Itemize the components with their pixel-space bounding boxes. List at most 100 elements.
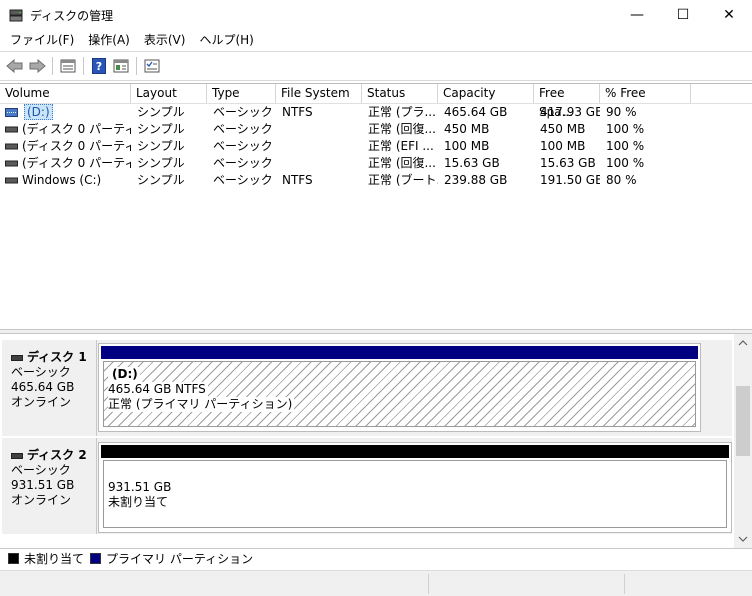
title-bar: ディスクの管理 — ☐ ✕ [0, 0, 752, 30]
maximize-button[interactable]: ☐ [660, 0, 706, 30]
checklist-icon [144, 59, 160, 72]
disk-management-app-icon [9, 9, 23, 22]
cell-layout: シンプル [137, 173, 185, 187]
legend-swatch [90, 553, 102, 564]
menu-help[interactable]: ヘルプ(H) [192, 30, 260, 50]
column-header-free-space[interactable]: Free Spa... [534, 84, 600, 119]
cell-free-space: 450 MB [540, 122, 586, 136]
disk-info-panel[interactable]: ディスク 2 ベーシック 931.51 GB オンライン [2, 438, 97, 534]
volume-name: (D:) [24, 104, 53, 120]
unallocated-label: 未割り当て [108, 495, 169, 509]
table-row[interactable]: (ディスク 0 パーティシ... シンプル ベーシック 正常 (回復... 15… [0, 155, 752, 172]
disk-icon [11, 354, 23, 361]
cell-type: ベーシック [213, 122, 273, 136]
disk-name: ディスク 1 [27, 350, 87, 364]
cell-status: 正常 (ブート... [368, 173, 438, 187]
cell-free-space: 100 MB [540, 139, 586, 153]
status-bar [0, 570, 752, 596]
menu-view[interactable]: 表示(V) [137, 30, 193, 50]
help-button[interactable]: ? [88, 55, 110, 77]
disk-state: オンライン [11, 395, 72, 409]
svg-text:?: ? [96, 60, 102, 73]
forward-arrow-icon [29, 58, 46, 73]
cell-file-system: NTFS [282, 173, 313, 187]
cell-layout: シンプル [137, 122, 185, 136]
cell-status: 正常 (回復... [368, 156, 436, 170]
cell-percent-free: 100 % [606, 139, 645, 153]
legend: 未割り当て プライマリ パーティション [0, 548, 752, 568]
close-button[interactable]: ✕ [706, 0, 752, 30]
cell-percent-free: 80 % [606, 173, 637, 187]
cell-layout: シンプル [137, 105, 185, 119]
back-button[interactable] [4, 55, 26, 77]
partition-body: (D:) 465.64 GB NTFS 正常 (プライマリ パーティション) [103, 361, 696, 427]
cell-percent-free: 100 % [606, 122, 645, 136]
cell-capacity: 465.64 GB [444, 105, 508, 119]
details-icon [113, 59, 129, 72]
partition-unallocated[interactable]: 931.51 GB 未割り当て [98, 442, 732, 533]
menu-file[interactable]: ファイル(F) [3, 30, 81, 50]
minimize-button[interactable]: — [614, 0, 660, 30]
partition-status: 正常 (プライマリ パーティション) [108, 397, 295, 412]
minimize-icon: — [630, 7, 644, 23]
menu-action[interactable]: 操作(A) [81, 30, 137, 50]
maximize-icon: ☐ [676, 7, 690, 23]
toolbar-separator [52, 56, 53, 75]
toolbar-separator [83, 56, 84, 75]
cell-status: 正常 (EFI ... [368, 139, 434, 153]
volume-list[interactable]: Volume Layout Type File System Status Ca… [0, 83, 752, 329]
cell-file-system: NTFS [282, 105, 313, 119]
cell-free-space: 417.93 GB [540, 105, 600, 119]
scroll-thumb[interactable] [736, 386, 750, 456]
details-button[interactable] [110, 55, 132, 77]
column-header-percent-free[interactable]: % Free [600, 84, 691, 103]
disk-icon [11, 452, 23, 459]
legend-item-unallocated: 未割り当て [8, 550, 84, 567]
volume-name: (ディスク 0 パーティシ... [22, 139, 131, 153]
column-header-file-system[interactable]: File System [276, 84, 362, 103]
close-icon: ✕ [723, 7, 735, 23]
table-row[interactable]: Windows (C:) シンプル ベーシック NTFS 正常 (ブート... … [0, 172, 752, 189]
disk-state: オンライン [11, 493, 72, 507]
cell-capacity: 100 MB [444, 139, 490, 153]
properties-button[interactable] [57, 55, 79, 77]
cell-capacity: 450 MB [444, 122, 490, 136]
scroll-up-icon[interactable] [738, 338, 748, 348]
column-header-type[interactable]: Type [207, 84, 276, 103]
back-arrow-icon [6, 58, 23, 73]
disk-info-panel[interactable]: ディスク 1 ベーシック 465.64 GB オンライン [2, 340, 97, 436]
legend-label: 未割り当て [24, 552, 85, 566]
table-row[interactable]: (D:) シンプル ベーシック NTFS 正常 (プラ... 465.64 GB… [0, 104, 752, 121]
status-divider [428, 574, 429, 594]
cell-percent-free: 100 % [606, 156, 645, 170]
partition-label: (D:) [108, 367, 140, 382]
cell-file-system [276, 138, 362, 155]
checklist-button[interactable] [141, 55, 163, 77]
column-header-capacity[interactable]: Capacity [438, 84, 534, 103]
disk-size: 465.64 GB [11, 380, 75, 394]
legend-swatch [8, 553, 19, 564]
volume-icon [5, 108, 18, 117]
column-header-layout[interactable]: Layout [131, 84, 207, 103]
primary-partition-bar [101, 346, 698, 359]
cell-file-system [276, 155, 362, 172]
scroll-down-icon[interactable] [738, 534, 748, 544]
unallocated-bar [101, 445, 729, 458]
unallocated-size: 931.51 GB [108, 480, 172, 494]
disk-type: ベーシック [11, 365, 71, 379]
partition-size-fs: 465.64 GB NTFS [108, 382, 208, 397]
partition-d[interactable]: (D:) 465.64 GB NTFS 正常 (プライマリ パーティション) [98, 343, 701, 432]
column-header-status[interactable]: Status [362, 84, 438, 103]
cell-percent-free: 90 % [606, 105, 637, 119]
table-row[interactable]: (ディスク 0 パーティシ... シンプル ベーシック 正常 (EFI ... … [0, 138, 752, 155]
table-row[interactable]: (ディスク 0 パーティシ... シンプル ベーシック 正常 (回復... 45… [0, 121, 752, 138]
cell-layout: シンプル [137, 156, 185, 170]
graphical-view-scrollbar[interactable] [734, 334, 752, 548]
legend-item-primary: プライマリ パーティション [90, 550, 253, 567]
cell-free-space: 191.50 GB [540, 173, 600, 187]
help-icon: ? [92, 57, 106, 74]
toolbar-divider [0, 80, 752, 81]
column-header-volume[interactable]: Volume [0, 84, 131, 103]
disk-graphical-view: ディスク 1 ベーシック 465.64 GB オンライン (D:) 465.64… [0, 334, 752, 548]
forward-button[interactable] [26, 55, 48, 77]
